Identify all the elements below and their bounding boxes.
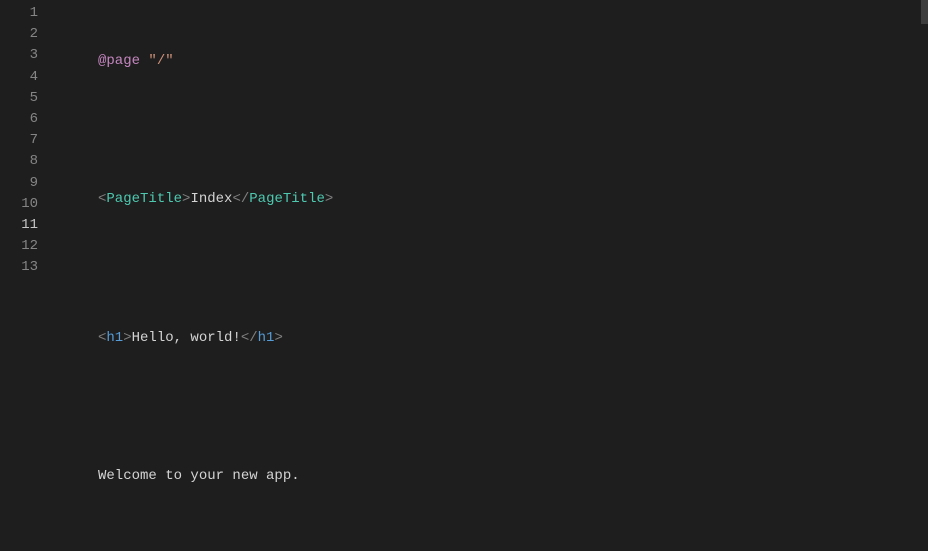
token-punct: > <box>274 330 282 346</box>
code-line[interactable] <box>64 397 928 418</box>
token-directive: @page <box>98 53 140 69</box>
line-number: 9 <box>0 173 64 194</box>
code-line[interactable]: @page "/" <box>64 51 928 72</box>
line-number: 12 <box>0 236 64 257</box>
token-string: "/" <box>148 53 173 69</box>
token-text: Index <box>190 191 232 207</box>
token-text: Welcome to your new app. <box>98 468 300 484</box>
line-number: 2 <box>0 24 64 45</box>
token-punct: </ <box>241 330 258 346</box>
line-number: 5 <box>0 88 64 109</box>
token-component: PageTitle <box>249 191 325 207</box>
line-number-gutter: 1 2 3 4 5 6 7 8 9 10 11 12 13 <box>0 0 64 551</box>
token-tag: h1 <box>258 330 275 346</box>
vertical-scrollbar[interactable] <box>914 0 928 551</box>
line-number: 3 <box>0 45 64 66</box>
token-punct: > <box>123 330 131 346</box>
line-number: 6 <box>0 109 64 130</box>
code-line[interactable]: <PageTitle>Index</PageTitle> <box>64 189 928 210</box>
line-number: 4 <box>0 67 64 88</box>
code-line[interactable] <box>64 120 928 141</box>
line-number: 7 <box>0 130 64 151</box>
code-line[interactable]: <h1>Hello, world!</h1> <box>64 328 928 349</box>
token-component: PageTitle <box>106 191 182 207</box>
token-tag: h1 <box>106 330 123 346</box>
line-number: 8 <box>0 151 64 172</box>
token-text: Hello, world! <box>132 330 241 346</box>
code-area[interactable]: @page "/" <PageTitle>Index</PageTitle> <… <box>64 0 928 551</box>
line-number: 11 <box>0 215 64 236</box>
code-line[interactable] <box>64 259 928 280</box>
code-line[interactable]: Welcome to your new app. <box>64 466 928 487</box>
line-number: 1 <box>0 3 64 24</box>
code-line[interactable] <box>64 535 928 551</box>
code-editor[interactable]: 1 2 3 4 5 6 7 8 9 10 11 12 13 @page "/" … <box>0 0 928 551</box>
line-number: 13 <box>0 257 64 278</box>
token-punct: </ <box>232 191 249 207</box>
token-punct: > <box>325 191 333 207</box>
scrollbar-overview-marker <box>921 0 928 24</box>
line-number: 10 <box>0 194 64 215</box>
